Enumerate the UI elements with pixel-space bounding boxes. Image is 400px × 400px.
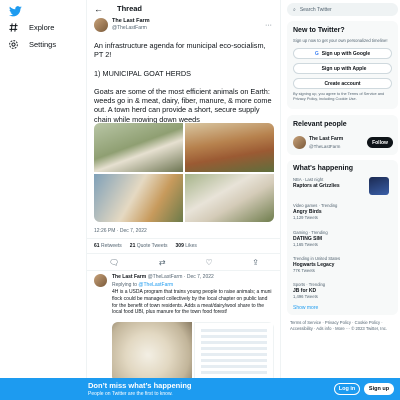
signup-banner: Don’t miss what’s happening People on Tw… — [0, 378, 400, 400]
twitter-logo-icon[interactable] — [9, 6, 22, 17]
trend-count: 77K Tweets — [293, 268, 315, 273]
signup-button[interactable]: Sign up — [364, 383, 394, 395]
divider — [87, 270, 280, 271]
retweets-stat[interactable]: 61 Retweets — [94, 243, 122, 249]
search-input[interactable]: ⌕ Search Twitter — [287, 3, 398, 16]
quotes-label: Quote Tweets — [136, 243, 168, 249]
avatar[interactable] — [94, 274, 107, 287]
trend-image[interactable] — [369, 177, 389, 195]
trend-item[interactable]: Video games · Trending Angry Birds 1,129… — [293, 203, 337, 221]
goat-photo[interactable] — [94, 174, 183, 222]
right-sidebar: ⌕ Search Twitter New to Twitter? Sign up… — [287, 0, 400, 400]
divider — [87, 238, 280, 239]
create-account-label: Create account — [324, 80, 361, 87]
trend-count: 1,165 Tweets — [293, 242, 318, 247]
tweet-actions: 🗨 ⇄ ♡ ⇪ — [109, 258, 259, 267]
signup-terms: By signing up, you agree to the Terms of… — [293, 91, 385, 101]
relevant-user[interactable]: The Last Farm @TheLastFarm — [309, 136, 343, 150]
relevant-name[interactable]: The Last Farm — [309, 136, 343, 143]
reply-author-name[interactable]: The Last Farm — [112, 274, 146, 280]
goat-photo[interactable] — [185, 123, 274, 172]
likes-label: Likes — [185, 243, 197, 249]
banner-title: Don’t miss what’s happening — [88, 381, 192, 390]
trend-item[interactable]: Sports · Trending JB for KD 1,496 Tweets — [293, 282, 325, 300]
trend-item[interactable]: Gaming · Trending DATING SIM 1,165 Tweet… — [293, 230, 328, 248]
like-icon[interactable]: ♡ — [205, 258, 212, 267]
trend-item[interactable]: Trending in United States Hogwarts Legac… — [293, 256, 340, 274]
trend-item[interactable]: NBA · Last night Raptors at Grizzlies — [293, 177, 340, 189]
footer-links[interactable]: Terms of Service · Privacy Policy · Cook… — [290, 320, 398, 332]
back-arrow-icon[interactable]: ← — [94, 4, 103, 14]
reply-icon[interactable]: 🗨 — [109, 258, 119, 267]
create-account-button[interactable]: Create account — [293, 78, 392, 89]
replying-prefix: Replying to — [112, 282, 138, 288]
follow-button[interactable]: Follow — [367, 137, 393, 148]
signup-title: New to Twitter? — [293, 27, 345, 34]
nav-settings[interactable]: Settings — [8, 39, 56, 50]
author-handle[interactable]: @TheLastFarm — [112, 25, 150, 32]
goat-photo[interactable] — [94, 123, 183, 172]
nav-explore[interactable]: Explore — [8, 22, 54, 33]
relevant-people-box: Relevant people The Last Farm @TheLastFa… — [287, 115, 398, 155]
search-placeholder: Search Twitter — [299, 6, 332, 13]
search-icon: ⌕ — [293, 6, 296, 13]
reply-date[interactable]: · Dec 7, 2022 — [184, 274, 214, 280]
signup-box: New to Twitter? Sign up now to get your … — [287, 21, 398, 109]
tweet-author[interactable]: The Last Farm @TheLastFarm — [94, 18, 150, 32]
avatar[interactable] — [94, 18, 108, 32]
gear-icon — [9, 40, 18, 49]
trend-title: Raptors at Grizzlies — [293, 183, 340, 189]
relevant-handle[interactable]: @TheLastFarm — [309, 143, 343, 150]
avatar[interactable] — [293, 136, 306, 149]
trend-count: 1,129 Tweets — [293, 215, 318, 220]
retweet-count: 61 — [94, 243, 100, 249]
share-icon[interactable]: ⇪ — [252, 258, 259, 267]
google-icon: G — [314, 50, 319, 57]
google-signup-label: Sign up with Google — [321, 50, 371, 57]
author-name[interactable]: The Last Farm — [112, 18, 150, 25]
signup-subtitle: Sign up now to get your own personalized… — [293, 38, 388, 43]
thread-header: ← Thread — [87, 0, 280, 17]
reply-author-handle[interactable]: @TheLastFarm — [148, 274, 183, 280]
reply-text: 4H is a USDA program that trains young p… — [112, 289, 272, 316]
trend-count: 1,496 Tweets — [293, 294, 318, 299]
wool-photo[interactable] — [112, 322, 192, 382]
tweet-timestamp[interactable]: 12:26 PM · Dec 7, 2022 — [94, 228, 147, 234]
tweet-paragraph: Goats are some of the most efficient ani… — [94, 86, 272, 124]
like-count: 309 — [175, 243, 184, 249]
apple-signup-button[interactable]: Sign up with Apple — [293, 63, 392, 74]
show-more-link[interactable]: Show more — [293, 305, 318, 311]
relevant-title: Relevant people — [293, 121, 347, 128]
thread-column: ← Thread The Last Farm @TheLastFarm ··· … — [86, 0, 281, 400]
tweet-stats: 61 Retweets 21 Quote Tweets 309 Likes — [94, 243, 197, 249]
tweet-paragraph: An infrastructure agenda for municipal e… — [94, 41, 266, 60]
google-signup-button[interactable]: G Sign up with Google — [293, 48, 392, 59]
left-nav: Explore Settings — [0, 0, 82, 400]
goat-photo[interactable] — [185, 174, 274, 222]
retweets-label: Retweets — [100, 243, 122, 249]
login-button[interactable]: Log in — [334, 383, 360, 395]
banner-subtitle: People on Twitter are the first to know. — [88, 391, 173, 397]
more-options-icon[interactable]: ··· — [265, 22, 272, 29]
tweet-paragraph: 1) MUNICIPAL GOAT HERDS — [94, 68, 192, 78]
reply-media[interactable] — [112, 322, 274, 382]
nav-settings-label: Settings — [29, 40, 57, 49]
hashtag-icon — [9, 23, 18, 32]
retweet-icon[interactable]: ⇄ — [159, 258, 166, 267]
whats-happening-box: What's happening NBA · Last night Raptor… — [287, 160, 398, 315]
reply-header: The Last Farm @TheLastFarm · Dec 7, 2022 — [112, 274, 214, 280]
usda-chart-image[interactable] — [194, 322, 274, 382]
tweet-media[interactable] — [94, 123, 274, 222]
replying-to-handle[interactable]: @TheLastFarm — [138, 282, 173, 288]
replying-to: Replying to @TheLastFarm — [112, 282, 173, 288]
page-title: Thread — [117, 4, 143, 13]
tweet-text: An infrastructure agenda for municipal e… — [94, 41, 274, 133]
nav-explore-label: Explore — [29, 23, 55, 32]
divider — [87, 253, 280, 254]
likes-stat[interactable]: 309 Likes — [176, 243, 197, 249]
quote-count: 21 — [129, 243, 136, 249]
happening-title: What's happening — [293, 165, 353, 172]
quotes-stat[interactable]: 21 Quote Tweets — [130, 243, 168, 249]
apple-signup-label: Sign up with Apple — [321, 65, 367, 72]
